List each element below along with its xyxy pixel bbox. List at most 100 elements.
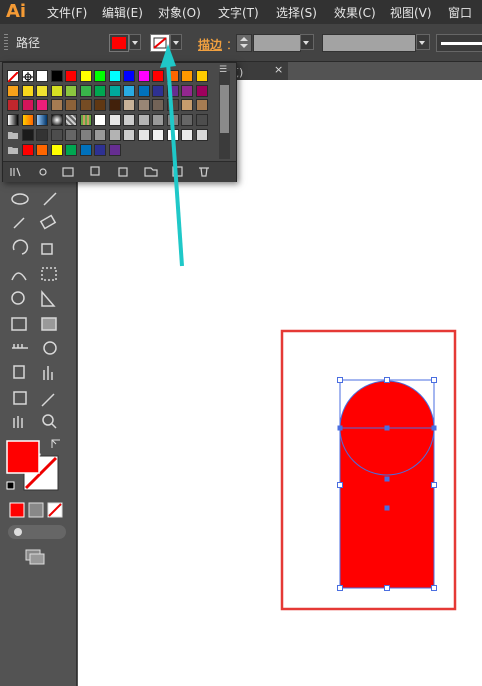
- swatch-options-icon[interactable]: [90, 166, 100, 176]
- swatch-pattern-leaves[interactable]: [79, 114, 92, 127]
- swatch-gradient-blue[interactable]: [36, 114, 48, 127]
- color-swatch[interactable]: [123, 114, 135, 127]
- color-swatch[interactable]: [50, 99, 63, 112]
- color-swatch[interactable]: [152, 99, 164, 112]
- color-swatch[interactable]: [137, 99, 150, 112]
- slice-tool-icon[interactable]: [41, 393, 55, 407]
- color-swatch[interactable]: [195, 70, 208, 82]
- brush-definition-field[interactable]: [436, 34, 482, 52]
- color-swatch[interactable]: [137, 128, 150, 141]
- color-swatch[interactable]: [65, 84, 77, 97]
- measure-tool-icon[interactable]: [12, 344, 28, 349]
- color-swatch[interactable]: [36, 84, 48, 97]
- swatch-none[interactable]: [7, 70, 19, 83]
- menu-window[interactable]: 窗口: [448, 4, 472, 21]
- gradient-tool-icon[interactable]: [41, 317, 57, 331]
- panel-menu-icon[interactable]: ☰: [219, 65, 227, 75]
- color-group-folder-icon[interactable]: [7, 144, 19, 156]
- color-swatch[interactable]: [123, 84, 135, 97]
- stroke-weight-dropdown[interactable]: [300, 34, 314, 50]
- color-swatch[interactable]: [166, 114, 179, 127]
- color-swatch[interactable]: [7, 84, 19, 97]
- color-swatch[interactable]: [166, 128, 179, 141]
- menu-file[interactable]: 文件(F): [47, 4, 87, 21]
- color-swatch[interactable]: [50, 70, 63, 82]
- delete-swatch-icon[interactable]: [199, 167, 209, 177]
- color-swatch[interactable]: [79, 70, 92, 82]
- swatch-gradient-bw[interactable]: [7, 114, 19, 127]
- color-swatch[interactable]: [50, 143, 63, 156]
- artboard-tool-icon[interactable]: [13, 391, 27, 405]
- color-swatch[interactable]: [36, 99, 48, 112]
- panel-grip[interactable]: [4, 34, 8, 52]
- color-group-icon[interactable]: [118, 167, 128, 177]
- color-swatch[interactable]: [152, 114, 164, 127]
- menu-view[interactable]: 视图(V): [390, 4, 432, 21]
- free-transform-tool-icon[interactable]: [41, 267, 57, 281]
- color-swatch[interactable]: [166, 99, 179, 112]
- hand-tool-icon[interactable]: [13, 416, 23, 428]
- stroke-weight-input[interactable]: [253, 34, 301, 52]
- color-swatch[interactable]: [152, 70, 164, 82]
- color-swatch[interactable]: [94, 99, 106, 112]
- color-swatch[interactable]: [79, 143, 92, 156]
- color-swatch[interactable]: [108, 143, 121, 156]
- color-swatch[interactable]: [123, 99, 135, 112]
- color-swatch[interactable]: [123, 70, 135, 82]
- fill-dropdown[interactable]: [129, 34, 141, 50]
- blend-tool-icon[interactable]: [43, 341, 57, 355]
- color-swatch[interactable]: [94, 70, 106, 82]
- pencil-tool-icon[interactable]: [13, 217, 25, 229]
- color-swatch[interactable]: [7, 99, 19, 112]
- menu-type[interactable]: 文字(T): [218, 4, 259, 21]
- color-swatch[interactable]: [36, 128, 48, 141]
- libraries-icon[interactable]: [10, 167, 21, 177]
- color-swatch[interactable]: [195, 84, 208, 97]
- color-swatch[interactable]: [21, 99, 34, 112]
- variable-width-input[interactable]: [322, 34, 416, 52]
- swatch-gradient-orange[interactable]: [21, 114, 34, 127]
- color-swatch[interactable]: [137, 84, 150, 97]
- swatch-scrollbar[interactable]: [219, 71, 230, 159]
- scale-tool-icon[interactable]: [41, 243, 53, 255]
- show-kinds-icon[interactable]: [39, 168, 47, 176]
- gradient-mode-button[interactable]: [28, 502, 44, 518]
- color-swatch[interactable]: [137, 114, 150, 127]
- color-swatch[interactable]: [152, 84, 164, 97]
- fill-color-button[interactable]: [109, 34, 129, 52]
- rotate-tool-icon[interactable]: [12, 239, 29, 255]
- color-swatch[interactable]: [123, 128, 135, 141]
- menu-select[interactable]: 选择(S): [276, 4, 317, 21]
- color-swatch[interactable]: [181, 99, 193, 112]
- color-swatch[interactable]: [181, 70, 193, 82]
- color-swatch[interactable]: [166, 70, 179, 82]
- paintbrush-tool-icon[interactable]: [43, 192, 57, 206]
- stroke-dropdown[interactable]: [170, 34, 182, 50]
- ellipse-tool-icon[interactable]: [11, 193, 29, 205]
- red-semicircle[interactable]: [340, 381, 434, 428]
- new-color-group-icon[interactable]: [144, 167, 158, 177]
- zoom-tool-icon[interactable]: [42, 414, 54, 426]
- stroke-label[interactable]: 描边: [198, 36, 222, 53]
- color-swatch[interactable]: [94, 84, 106, 97]
- shape-builder-tool-icon[interactable]: [11, 291, 25, 305]
- swap-fill-stroke-icon[interactable]: [51, 439, 60, 448]
- color-swatch[interactable]: [108, 99, 121, 112]
- color-swatch[interactable]: [94, 114, 106, 127]
- color-mode-button[interactable]: [9, 502, 25, 518]
- color-swatch[interactable]: [94, 128, 106, 141]
- swatch-gradient-radial[interactable]: [50, 114, 63, 127]
- color-swatch[interactable]: [152, 128, 164, 141]
- default-fill-stroke-icon[interactable]: [6, 481, 15, 490]
- color-swatch[interactable]: [108, 84, 121, 97]
- symbol-sprayer-tool-icon[interactable]: [13, 365, 25, 379]
- color-swatch[interactable]: [36, 70, 48, 82]
- width-tool-icon[interactable]: [11, 272, 27, 281]
- color-swatch[interactable]: [108, 114, 121, 127]
- color-swatch[interactable]: [79, 99, 92, 112]
- color-swatch[interactable]: [65, 143, 77, 156]
- color-swatch[interactable]: [50, 128, 63, 141]
- color-swatch[interactable]: [195, 128, 208, 141]
- color-group-folder-icon[interactable]: [7, 129, 19, 141]
- new-swatch-icon[interactable]: [172, 166, 183, 177]
